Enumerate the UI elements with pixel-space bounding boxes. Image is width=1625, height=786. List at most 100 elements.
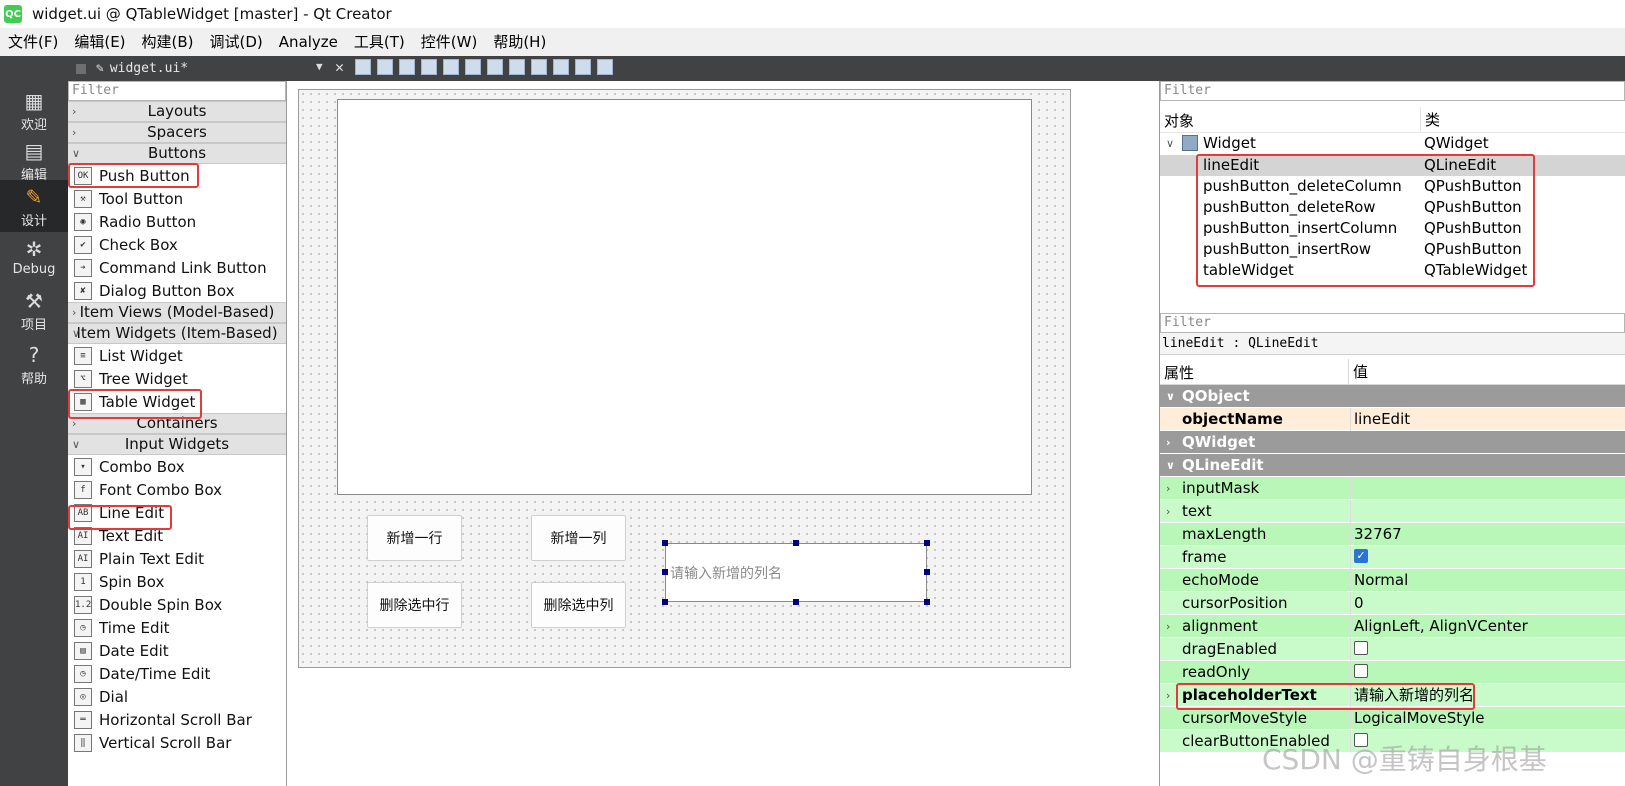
layout-vertical-icon[interactable] (465, 59, 481, 75)
property-row[interactable]: frame ✓ (1160, 546, 1625, 569)
property-value[interactable]: LogicalMoveStyle (1350, 707, 1484, 730)
property-filter[interactable]: Filter (1160, 313, 1625, 333)
chevron-down-icon[interactable]: ∨ (1166, 133, 1174, 154)
widget-category[interactable]: ∨ Buttons (68, 143, 286, 164)
widget-category[interactable]: ∨ Input Widgets (68, 434, 286, 455)
property-value[interactable] (1350, 500, 1354, 523)
widget-item[interactable]: ═ Horizontal Scroll Bar (68, 708, 286, 731)
widget-category[interactable]: › Layouts (68, 101, 286, 122)
resize-handle[interactable] (924, 569, 930, 575)
resize-handle[interactable] (793, 540, 799, 546)
widget-item[interactable]: ‖ Vertical Scroll Bar (68, 731, 286, 754)
property-row[interactable]: dragEnabled (1160, 638, 1625, 661)
widget-item[interactable]: ✘ Dialog Button Box (68, 279, 286, 302)
property-group[interactable]: ∨ QObject (1160, 385, 1625, 408)
menu-tools[interactable]: 工具(T) (346, 28, 413, 56)
object-root-row[interactable]: ∨ Widget QWidget (1160, 133, 1625, 154)
widget-item[interactable]: ◎ Dial (68, 685, 286, 708)
widgetbox-filter[interactable]: Filter (68, 81, 286, 101)
layout-h-splitter-icon[interactable] (487, 59, 503, 75)
checkbox[interactable] (1354, 664, 1368, 678)
menu-widgets[interactable]: 控件(W) (413, 28, 486, 56)
property-row[interactable]: › text (1160, 500, 1625, 523)
resize-handle[interactable] (793, 599, 799, 605)
menu-help[interactable]: 帮助(H) (485, 28, 554, 56)
table-widget[interactable] (337, 99, 1032, 495)
widget-item[interactable]: ◉ Radio Button (68, 210, 286, 233)
chevron-right-icon[interactable]: › (1166, 477, 1170, 500)
widget-category[interactable]: › Item Views (Model-Based) (68, 302, 286, 323)
widget-category[interactable]: › Spacers (68, 122, 286, 143)
property-row[interactable]: › alignment AlignLeft, AlignVCenter (1160, 615, 1625, 638)
property-row[interactable]: cursorPosition 0 (1160, 592, 1625, 615)
widget-item[interactable]: 1 Spin Box (68, 570, 286, 593)
property-value[interactable] (1350, 477, 1354, 500)
property-row[interactable]: readOnly (1160, 661, 1625, 684)
mode-debug[interactable]: ✲ Debug (0, 232, 68, 284)
adjust-size-icon[interactable] (597, 59, 613, 75)
delete-column-button[interactable]: 删除选中列 (531, 582, 626, 628)
edit-signals-icon[interactable] (377, 59, 393, 75)
line-edit[interactable]: 请输入新增的列名 (665, 543, 927, 602)
form-widget[interactable]: 新增一行 新增一列 删除选中行 删除选中列 请输入新增的列名 (298, 89, 1071, 668)
property-row[interactable]: maxLength 32767 (1160, 523, 1625, 546)
widget-item[interactable]: ✔ Check Box (68, 233, 286, 256)
edit-tab-order-icon[interactable] (421, 59, 437, 75)
widget-item[interactable]: AI Plain Text Edit (68, 547, 286, 570)
menu-analyze[interactable]: Analyze (271, 28, 346, 56)
layout-horizontal-icon[interactable] (443, 59, 459, 75)
property-row[interactable]: cursorMoveStyle LogicalMoveStyle (1160, 707, 1625, 730)
layout-v-splitter-icon[interactable] (509, 59, 525, 75)
widget-item[interactable]: ▾ Combo Box (68, 455, 286, 478)
mode-edit[interactable]: ▤ 编辑 (0, 134, 68, 186)
chevron-down-icon[interactable]: ▼ (316, 60, 323, 73)
property-value[interactable]: 0 (1350, 592, 1364, 615)
resize-handle[interactable] (662, 569, 668, 575)
widget-item[interactable]: ⌥ Tree Widget (68, 367, 286, 390)
widget-item[interactable]: f Font Combo Box (68, 478, 286, 501)
mode-design[interactable]: ✎ 设计 (0, 180, 68, 232)
property-value[interactable]: 32767 (1350, 523, 1402, 546)
widget-item[interactable]: ◷ Date/Time Edit (68, 662, 286, 685)
resize-handle[interactable] (662, 599, 668, 605)
mode-projects[interactable]: ⚒ 项目 (0, 284, 68, 336)
property-value[interactable]: AlignLeft, AlignVCenter (1350, 615, 1528, 638)
chevron-right-icon[interactable]: › (1166, 615, 1170, 638)
property-group[interactable]: › QWidget (1160, 431, 1625, 454)
property-row[interactable]: › inputMask (1160, 477, 1625, 500)
widget-category[interactable]: ∨ Item Widgets (Item-Based) (68, 323, 286, 344)
edit-widgets-icon[interactable] (355, 59, 371, 75)
menu-edit[interactable]: 编辑(E) (66, 28, 133, 56)
resize-handle[interactable] (924, 599, 930, 605)
insert-column-button[interactable]: 新增一列 (531, 515, 626, 561)
widget-item[interactable]: ▤ Date Edit (68, 639, 286, 662)
checkbox[interactable] (1354, 641, 1368, 655)
widget-item[interactable]: ⚒ Tool Button (68, 187, 286, 210)
edit-buddies-icon[interactable] (399, 59, 415, 75)
insert-row-button[interactable]: 新增一行 (367, 515, 462, 561)
chevron-down-icon[interactable]: ∨ (1166, 454, 1175, 477)
property-row[interactable]: echoMode Normal (1160, 569, 1625, 592)
mode-help[interactable]: ? 帮助 (0, 338, 68, 390)
widget-item[interactable]: ➔ Command Link Button (68, 256, 286, 279)
widget-item[interactable]: 1.2 Double Spin Box (68, 593, 286, 616)
object-filter[interactable]: Filter (1160, 81, 1625, 101)
widget-item[interactable]: ≡ List Widget (68, 344, 286, 367)
menu-debug[interactable]: 调试(D) (202, 28, 271, 56)
chevron-right-icon[interactable]: › (1166, 431, 1171, 454)
close-icon[interactable]: ✕ (335, 58, 344, 76)
document-selector[interactable]: ✎ widget.ui* ▼ ✕ (68, 56, 344, 81)
menu-file[interactable]: 文件(F) (0, 28, 66, 56)
property-group[interactable]: ∨ QLineEdit (1160, 454, 1625, 477)
layout-form-icon[interactable] (531, 59, 547, 75)
resize-handle[interactable] (924, 540, 930, 546)
chevron-down-icon[interactable]: ∨ (1166, 385, 1175, 408)
property-value[interactable]: Normal (1350, 569, 1408, 592)
widget-item[interactable]: ◷ Time Edit (68, 616, 286, 639)
chevron-right-icon[interactable]: › (1166, 684, 1170, 707)
delete-row-button[interactable]: 删除选中行 (367, 582, 462, 628)
property-value[interactable]: lineEdit (1350, 408, 1410, 431)
resize-handle[interactable] (662, 540, 668, 546)
chevron-right-icon[interactable]: › (1166, 500, 1170, 523)
break-layout-icon[interactable] (575, 59, 591, 75)
